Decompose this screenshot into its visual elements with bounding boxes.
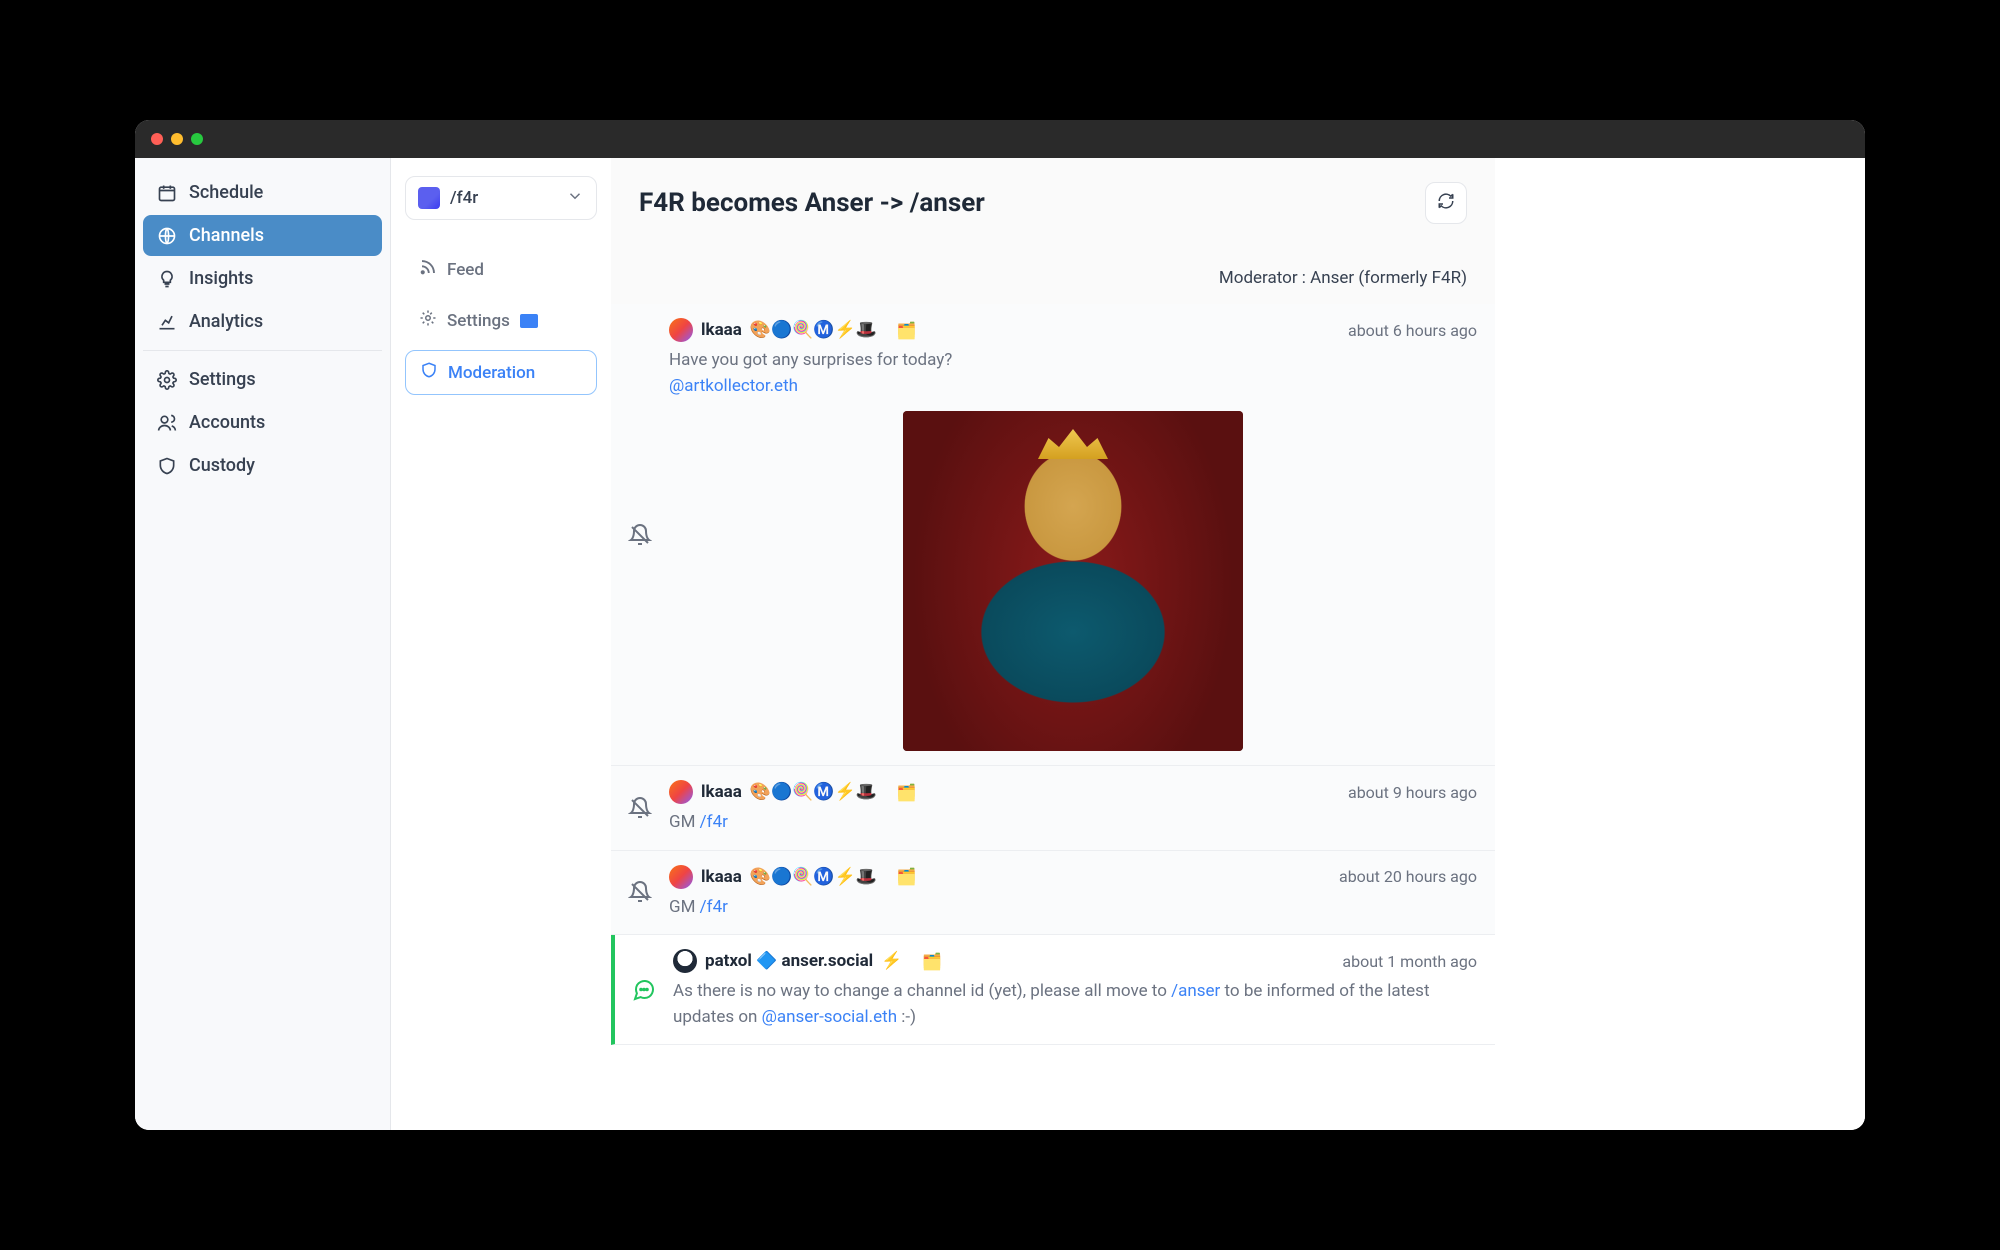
- chevron-down-icon: [566, 187, 584, 209]
- refresh-button[interactable]: [1425, 182, 1467, 224]
- user-badges: 🎨🔵🍭Ⓜ️⚡🎩: [750, 782, 877, 802]
- post-feed: lkaaa 🎨🔵🍭Ⓜ️⚡🎩 🗂️ about 6 hours ago Have you …: [611, 304, 1495, 1130]
- post-timestamp: about 6 hours ago: [1348, 321, 1477, 340]
- mention-link[interactable]: /f4r: [700, 812, 728, 832]
- minimize-window-button[interactable]: [171, 133, 183, 145]
- post[interactable]: lkaaa 🎨🔵🍭Ⓜ️⚡🎩 🗂️ about 6 hours ago Have you …: [611, 304, 1495, 766]
- avatar[interactable]: [669, 780, 693, 804]
- settings-badge-icon: [520, 314, 538, 328]
- moderator-value: Anser (formerly F4R): [1310, 268, 1467, 288]
- subnav-item-label: Settings: [447, 311, 510, 331]
- post-text: GM /f4r: [669, 810, 1477, 836]
- page-title: F4R becomes Anser -> /anser: [639, 188, 985, 218]
- users-icon: [157, 413, 177, 433]
- mention-link[interactable]: @artkollector.eth: [669, 376, 798, 396]
- sidebar-item-label: Custody: [189, 455, 255, 476]
- rss-icon: [419, 258, 437, 281]
- channel-name: /f4r: [450, 188, 478, 208]
- folder-icon[interactable]: 🗂️: [897, 867, 917, 886]
- zoom-window-button[interactable]: [191, 133, 203, 145]
- sidebar-item-label: Schedule: [189, 182, 263, 203]
- channel-selector[interactable]: /f4r: [405, 176, 597, 220]
- sidebar-item-settings[interactable]: Settings: [143, 359, 382, 400]
- post-username[interactable]: lkaaa: [701, 867, 742, 887]
- sidebar-item-label: Analytics: [189, 311, 263, 332]
- avatar[interactable]: [669, 318, 693, 342]
- post[interactable]: patxol 🔷 anser.social ⚡ 🗂️ about 1 month ag…: [611, 935, 1495, 1045]
- main-content: F4R becomes Anser -> /anser Moderator : …: [611, 158, 1495, 1130]
- folder-icon[interactable]: 🗂️: [897, 321, 917, 340]
- post[interactable]: lkaaa 🎨🔵🍭Ⓜ️⚡🎩 🗂️ about 9 hours ago GM /f4r: [611, 766, 1495, 851]
- sidebar-item-insights[interactable]: Insights: [143, 258, 382, 299]
- moderator-info: Moderator : Anser (formerly F4R): [611, 248, 1495, 304]
- mention-link[interactable]: /anser: [1171, 981, 1220, 1001]
- bell-off-icon[interactable]: [628, 880, 652, 908]
- shield-icon: [420, 361, 438, 384]
- refresh-icon: [1437, 192, 1455, 214]
- post-timestamp: about 1 month ago: [1342, 952, 1477, 971]
- shield-icon: [157, 456, 177, 476]
- user-badges: 🎨🔵🍭Ⓜ️⚡🎩: [750, 320, 877, 340]
- primary-sidebar: Schedule Channels Insights Analytics: [135, 158, 391, 1130]
- avatar[interactable]: [673, 949, 697, 973]
- user-badges: ⚡: [881, 951, 902, 971]
- calendar-icon: [157, 183, 177, 203]
- titlebar: [135, 120, 1865, 158]
- mention-link[interactable]: /f4r: [700, 897, 728, 917]
- avatar[interactable]: [669, 865, 693, 889]
- post-text: GM /f4r: [669, 895, 1477, 921]
- post-username[interactable]: patxol 🔷 anser.social: [705, 951, 873, 971]
- globe-icon: [157, 226, 177, 246]
- sidebar-item-schedule[interactable]: Schedule: [143, 172, 382, 213]
- sidebar-item-custody[interactable]: Custody: [143, 445, 382, 486]
- subnav-item-label: Feed: [447, 260, 484, 280]
- close-window-button[interactable]: [151, 133, 163, 145]
- gear-icon: [157, 370, 177, 390]
- sidebar-item-label: Insights: [189, 268, 253, 289]
- sidebar-item-analytics[interactable]: Analytics: [143, 301, 382, 342]
- post[interactable]: lkaaa 🎨🔵🍭Ⓜ️⚡🎩 🗂️ about 20 hours ago GM /f4r: [611, 851, 1495, 936]
- main-header: F4R becomes Anser -> /anser: [611, 158, 1495, 248]
- channel-subnav: /f4r Feed Settings: [391, 158, 611, 1130]
- post-username[interactable]: lkaaa: [701, 320, 742, 340]
- sidebar-divider: [143, 350, 382, 351]
- folder-icon[interactable]: 🗂️: [922, 952, 942, 971]
- sidebar-item-accounts[interactable]: Accounts: [143, 402, 382, 443]
- bell-off-icon[interactable]: [628, 796, 652, 824]
- post-timestamp: about 20 hours ago: [1339, 867, 1477, 886]
- subnav-item-feed[interactable]: Feed: [405, 248, 597, 291]
- channel-logo-icon: [418, 187, 440, 209]
- post-text: Have you got any surprises for today?@ar…: [669, 348, 1477, 399]
- post-timestamp: about 9 hours ago: [1348, 783, 1477, 802]
- bell-off-icon[interactable]: [628, 523, 652, 551]
- subnav-item-label: Moderation: [448, 363, 535, 383]
- mention-link[interactable]: @anser-social.eth: [762, 1007, 897, 1027]
- subnav-item-moderation[interactable]: Moderation: [405, 350, 597, 395]
- post-text: As there is no way to change a channel i…: [673, 979, 1477, 1030]
- right-blank-panel: [1495, 158, 1865, 1130]
- sidebar-item-label: Accounts: [189, 412, 265, 433]
- sidebar-item-label: Channels: [189, 225, 264, 246]
- bulb-icon: [157, 269, 177, 289]
- chat-icon[interactable]: [632, 978, 656, 1006]
- post-image[interactable]: [903, 411, 1243, 751]
- post-username[interactable]: lkaaa: [701, 782, 742, 802]
- user-badges: 🎨🔵🍭Ⓜ️⚡🎩: [750, 867, 877, 887]
- moderator-label: Moderator :: [1219, 268, 1310, 288]
- gear-icon: [419, 309, 437, 332]
- subnav-item-settings[interactable]: Settings: [405, 299, 597, 342]
- folder-icon[interactable]: 🗂️: [897, 783, 917, 802]
- sidebar-item-channels[interactable]: Channels: [143, 215, 382, 256]
- chart-icon: [157, 312, 177, 332]
- sidebar-item-label: Settings: [189, 369, 256, 390]
